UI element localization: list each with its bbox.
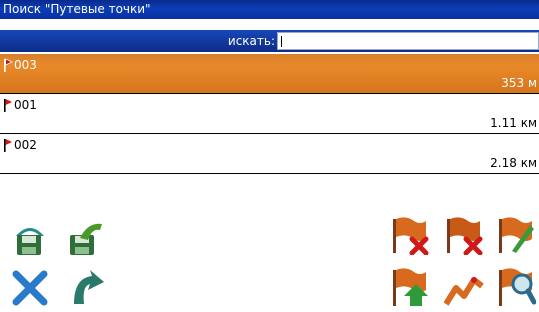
- close-x-icon[interactable]: [10, 268, 50, 308]
- waypoint-name: 001: [14, 98, 37, 112]
- waypoint-row[interactable]: 003 353 м: [0, 54, 539, 94]
- house-save-icon[interactable]: [10, 218, 50, 258]
- flag-search-icon[interactable]: [496, 268, 536, 308]
- flag-upload-icon[interactable]: [390, 268, 430, 308]
- waypoint-distance: 353 м: [501, 76, 537, 90]
- flag-icon: [4, 58, 13, 72]
- flag-delete-icon[interactable]: [390, 215, 430, 255]
- flag-delete-all-icon[interactable]: [444, 215, 484, 255]
- flag-icon: [4, 99, 12, 112]
- route-icon[interactable]: [444, 268, 484, 308]
- text-caret: [281, 36, 282, 47]
- search-bar: искать:: [0, 30, 539, 52]
- waypoint-distance: 1.11 км: [490, 116, 537, 130]
- window-title: Поиск "Путевые точки": [0, 0, 539, 19]
- search-label: искать:: [227, 34, 275, 48]
- flag-icon: [4, 139, 12, 152]
- search-input[interactable]: [277, 32, 539, 50]
- waypoint-list: 003 353 м 001 1.11 км 002 2.18 км: [0, 54, 539, 174]
- waypoint-distance: 2.18 км: [490, 156, 537, 170]
- flag-edit-icon[interactable]: [496, 215, 536, 255]
- waypoint-name: 002: [14, 138, 37, 152]
- waypoint-row[interactable]: 002 2.18 км: [0, 134, 539, 174]
- waypoint-name: 003: [14, 58, 37, 72]
- house-open-icon[interactable]: [66, 218, 106, 258]
- back-arrow-icon[interactable]: [66, 268, 106, 308]
- waypoint-row[interactable]: 001 1.11 км: [0, 94, 539, 134]
